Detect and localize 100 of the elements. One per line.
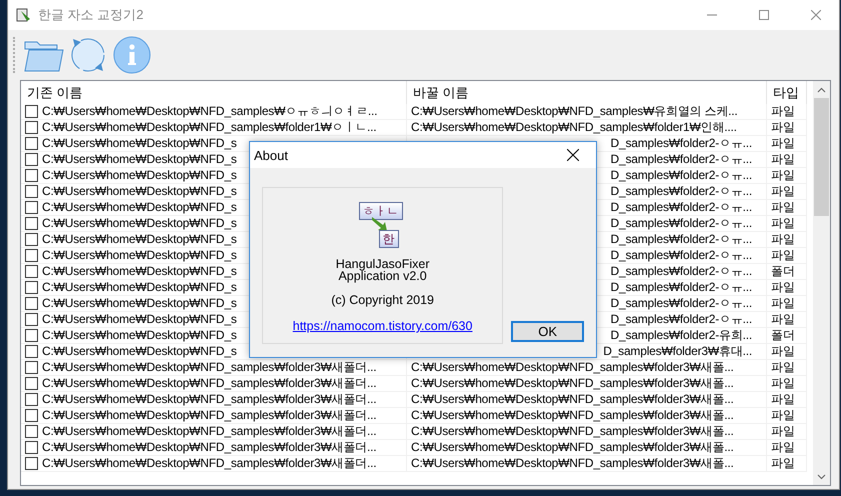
table-cell: C:₩Users₩home₩Desktop₩NFD_s bbox=[42, 296, 237, 311]
table-cell: D_samples₩folder2-ㅇㅠ... bbox=[610, 200, 752, 215]
checkbox[interactable] bbox=[25, 153, 38, 166]
table-cell: 파일 bbox=[771, 120, 795, 135]
table-cell: D_samples₩folder2-ㅇㅠ... bbox=[610, 280, 752, 295]
checkbox[interactable] bbox=[25, 169, 38, 182]
checkbox[interactable] bbox=[25, 393, 38, 406]
column-header[interactable]: 바꿀 이름 bbox=[407, 81, 767, 104]
table-cell: 파일 bbox=[771, 152, 795, 167]
table-cell: 파일 bbox=[771, 296, 795, 311]
table-cell: 파일 bbox=[771, 104, 795, 119]
column-header[interactable]: 타입 bbox=[767, 81, 807, 104]
table-cell: C:₩Users₩home₩Desktop₩NFD_samples₩유희열의 스케... bbox=[411, 104, 738, 119]
product-name: HangulJasoFixer bbox=[336, 258, 430, 270]
table-cell: C:₩Users₩home₩Desktop₩NFD_samples₩folder3₩새폴더... bbox=[42, 376, 376, 391]
checkbox[interactable] bbox=[25, 377, 38, 390]
logo-card: ㅎㅏㄴ bbox=[358, 202, 403, 220]
checkbox[interactable] bbox=[25, 409, 38, 422]
ok-button[interactable]: OK bbox=[511, 321, 584, 342]
table-cell: C:₩Users₩home₩Desktop₩NFD_s bbox=[42, 168, 237, 183]
table-cell: C:₩Users₩home₩Desktop₩NFD_s bbox=[42, 232, 237, 247]
table-cell: 폴더 bbox=[771, 328, 795, 343]
window-title: 한글 자소 교정기2 bbox=[38, 6, 144, 24]
table-cell: C:₩Users₩home₩Desktop₩NFD_samples₩folder3₩새폴... bbox=[411, 440, 734, 455]
table-cell: C:₩Users₩home₩Desktop₩NFD_s bbox=[42, 184, 237, 199]
table-cell: 파일 bbox=[771, 376, 795, 391]
table-cell: D_samples₩folder2-ㅇㅠ... bbox=[610, 264, 752, 279]
checkbox[interactable] bbox=[25, 105, 38, 118]
info-button[interactable] bbox=[111, 34, 153, 76]
table-cell: C:₩Users₩home₩Desktop₩NFD_samples₩folder3₩새폴... bbox=[411, 424, 734, 439]
table-cell: D_samples₩folder2-ㅇㅠ... bbox=[610, 296, 752, 311]
checkbox[interactable] bbox=[25, 201, 38, 214]
checkbox[interactable] bbox=[25, 345, 38, 358]
table-cell: D_samples₩folder2-ㅇㅠ... bbox=[610, 216, 752, 231]
table-cell: C:₩Users₩home₩Desktop₩NFD_samples₩folder3₩새폴... bbox=[411, 360, 734, 375]
table-cell: D_samples₩folder2-ㅇㅠ... bbox=[610, 232, 752, 247]
table-cell: 파일 bbox=[771, 424, 795, 439]
table-cell: D_samples₩folder2-ㅇㅠ... bbox=[610, 136, 752, 151]
checkbox[interactable] bbox=[25, 249, 38, 262]
table-cell: C:₩Users₩home₩Desktop₩NFD_samples₩folder3₩새폴... bbox=[411, 408, 734, 423]
scroll-up-icon[interactable] bbox=[817, 86, 826, 92]
checkbox[interactable] bbox=[25, 313, 38, 326]
table-cell: 파일 bbox=[771, 216, 795, 231]
checkbox[interactable] bbox=[25, 265, 38, 278]
checkbox[interactable] bbox=[25, 457, 38, 470]
checkbox[interactable] bbox=[25, 185, 38, 198]
scroll-down-icon[interactable] bbox=[817, 474, 826, 480]
arrow-icon bbox=[370, 216, 389, 232]
table-cell: 파일 bbox=[771, 408, 795, 423]
table-cell: 폴더 bbox=[771, 264, 795, 279]
checkbox[interactable] bbox=[25, 361, 38, 374]
table-cell: C:₩Users₩home₩Desktop₩NFD_samples₩folder3₩새폴... bbox=[411, 392, 734, 407]
table-cell: 파일 bbox=[771, 312, 795, 327]
table-cell: D_samples₩folder3₩휴대... bbox=[603, 344, 752, 359]
logo-card: 한 bbox=[378, 230, 399, 248]
checkbox[interactable] bbox=[25, 217, 38, 230]
column-header[interactable]: 기존 이름 bbox=[21, 81, 407, 104]
version-text: Application v2.0 bbox=[338, 270, 427, 282]
table-cell: C:₩Users₩home₩Desktop₩NFD_s bbox=[42, 248, 237, 263]
table-cell: C:₩Users₩home₩Desktop₩NFD_samples₩folder3₩새폴더... bbox=[42, 440, 376, 455]
table-cell: 파일 bbox=[771, 456, 795, 471]
dialog-title: About bbox=[254, 148, 289, 162]
table-cell: C:₩Users₩home₩Desktop₩NFD_samples₩folder3₩새폴더... bbox=[42, 408, 376, 423]
checkbox[interactable] bbox=[25, 121, 38, 134]
table-cell: C:₩Users₩home₩Desktop₩NFD_samples₩folder1₩인해.... bbox=[411, 120, 737, 135]
table-cell: 파일 bbox=[771, 360, 795, 375]
checkbox[interactable] bbox=[25, 137, 38, 150]
table-cell: C:₩Users₩home₩Desktop₩NFD_samples₩folder3₩새폴... bbox=[411, 456, 734, 471]
table-cell: C:₩Users₩home₩Desktop₩NFD_s bbox=[42, 216, 237, 231]
table-cell: 파일 bbox=[771, 248, 795, 263]
table-cell: 파일 bbox=[771, 168, 795, 183]
table-cell: C:₩Users₩home₩Desktop₩NFD_samples₩folder3₩새폴... bbox=[411, 376, 734, 391]
checkbox[interactable] bbox=[25, 425, 38, 438]
table-cell: 파일 bbox=[771, 440, 795, 455]
table-cell: C:₩Users₩home₩Desktop₩NFD_samples₩folder1₩ㅇㅣㄴ... bbox=[42, 120, 376, 135]
table-cell: D_samples₩folder2-유희... bbox=[610, 328, 752, 343]
close-icon bbox=[567, 149, 579, 161]
website-link[interactable]: https://namocom.tistory.com/630 bbox=[292, 319, 472, 333]
table-cell: 파일 bbox=[771, 136, 795, 151]
checkbox[interactable] bbox=[25, 441, 38, 454]
checkbox[interactable] bbox=[25, 281, 38, 294]
checkbox[interactable] bbox=[25, 233, 38, 246]
table-cell: C:₩Users₩home₩Desktop₩NFD_s bbox=[42, 344, 237, 359]
table-cell: C:₩Users₩home₩Desktop₩NFD_s bbox=[42, 312, 237, 327]
app-icon bbox=[16, 7, 32, 23]
checkbox[interactable] bbox=[25, 297, 38, 310]
table-cell: C:₩Users₩home₩Desktop₩NFD_s bbox=[42, 280, 237, 295]
table-cell: C:₩Users₩home₩Desktop₩NFD_s bbox=[42, 136, 237, 151]
table-cell: C:₩Users₩home₩Desktop₩NFD_s bbox=[42, 328, 237, 343]
table-cell: C:₩Users₩home₩Desktop₩NFD_samples₩folder3₩새폴더... bbox=[42, 456, 376, 471]
table-cell: C:₩Users₩home₩Desktop₩NFD_s bbox=[42, 200, 237, 215]
scrollbar[interactable] bbox=[813, 81, 830, 485]
table-cell: C:₩Users₩home₩Desktop₩NFD_samples₩ㅇㅠㅎㅢㅇㅕㄹ... bbox=[42, 104, 378, 119]
table-cell: D_samples₩folder2-ㅇㅠ... bbox=[610, 184, 752, 199]
table-cell: D_samples₩folder2-ㅇㅠ... bbox=[610, 248, 752, 263]
table-cell: C:₩Users₩home₩Desktop₩NFD_samples₩folder3₩새폴더... bbox=[42, 392, 376, 407]
table-cell: C:₩Users₩home₩Desktop₩NFD_s bbox=[42, 152, 237, 167]
checkbox[interactable] bbox=[25, 329, 38, 342]
table-cell: 파일 bbox=[771, 392, 795, 407]
table-cell: 파일 bbox=[771, 232, 795, 247]
